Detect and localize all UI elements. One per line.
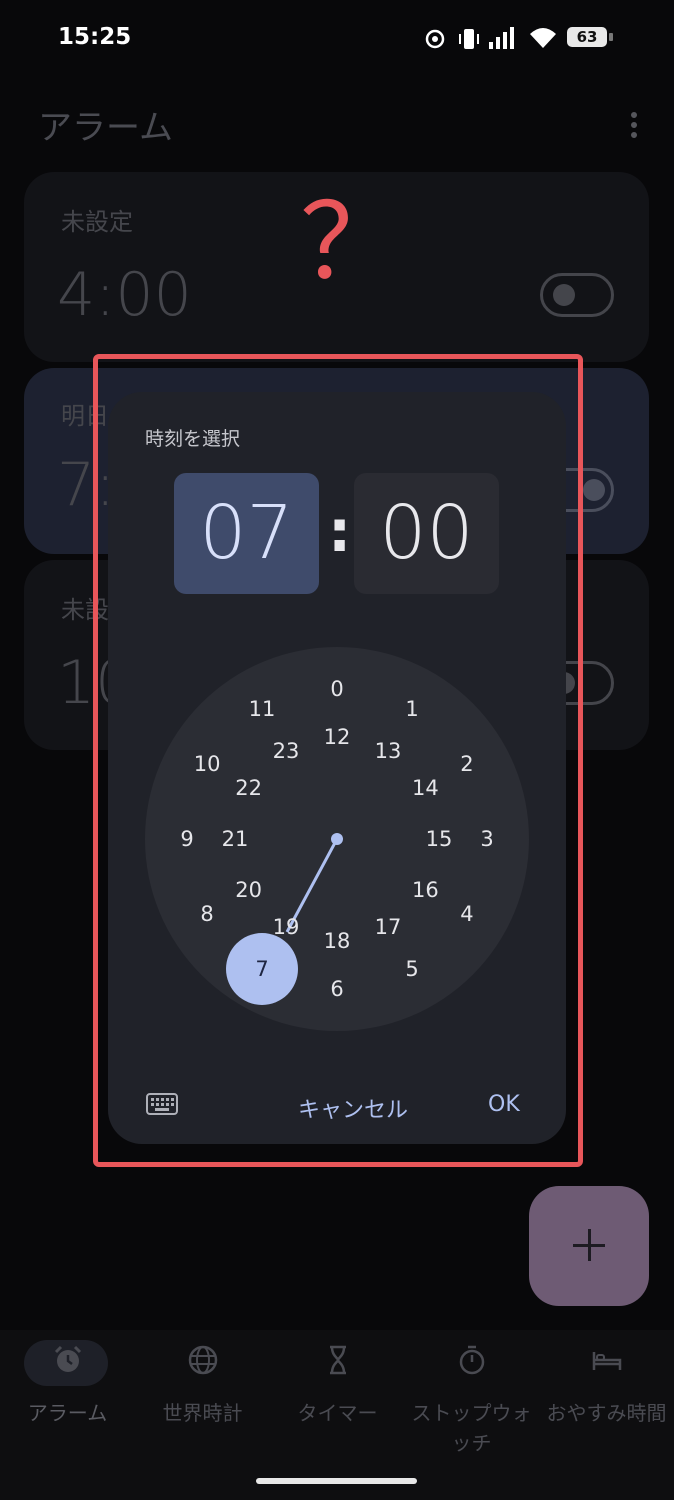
- nav-label: ストップウォッチ: [411, 1401, 532, 1455]
- alarm-time[interactable]: 4:00: [57, 260, 192, 330]
- vibrate-icon: [459, 29, 479, 49]
- signal-icon: [489, 27, 514, 49]
- hourglass-icon: [329, 1345, 346, 1375]
- bottom-navigation: アラーム 世界時計 タイマー ストップウォッチ おやすみ時間: [0, 1330, 674, 1500]
- gesture-handle: [256, 1478, 417, 1484]
- more-options-icon[interactable]: [626, 112, 642, 142]
- nav-label: アラーム: [27, 1401, 108, 1425]
- stopwatch-icon: [459, 1345, 484, 1375]
- nav-label: 世界時計: [162, 1401, 243, 1425]
- nav-item-alarm[interactable]: アラーム: [0, 1330, 135, 1470]
- alarm-clock-icon: [54, 1345, 81, 1372]
- nav-item-timer[interactable]: タイマー: [270, 1330, 405, 1470]
- status-time: 15:25: [58, 24, 132, 50]
- battery-tip: [609, 33, 613, 41]
- nav-label: おやすみ時間: [546, 1401, 667, 1425]
- alarm-label: 未設定: [61, 208, 133, 236]
- alarm-toggle[interactable]: [540, 273, 614, 317]
- battery-indicator: 63: [567, 27, 607, 47]
- question-mark-annotation: ？: [300, 181, 405, 303]
- nav-item-stopwatch[interactable]: ストップウォッチ: [404, 1330, 539, 1470]
- globe-icon: [188, 1345, 217, 1375]
- highlight-annotation: [93, 354, 583, 1167]
- page-title: アラーム: [38, 108, 173, 148]
- nav-label: タイマー: [297, 1401, 378, 1425]
- location-icon: [425, 29, 445, 49]
- nav-item-world-clock[interactable]: 世界時計: [135, 1330, 270, 1470]
- plus-icon-vertical: [588, 1229, 591, 1261]
- wifi-icon: [530, 28, 556, 48]
- bed-icon: [592, 1352, 621, 1370]
- add-alarm-button[interactable]: [529, 1186, 649, 1306]
- nav-item-bedtime[interactable]: おやすみ時間: [539, 1330, 674, 1470]
